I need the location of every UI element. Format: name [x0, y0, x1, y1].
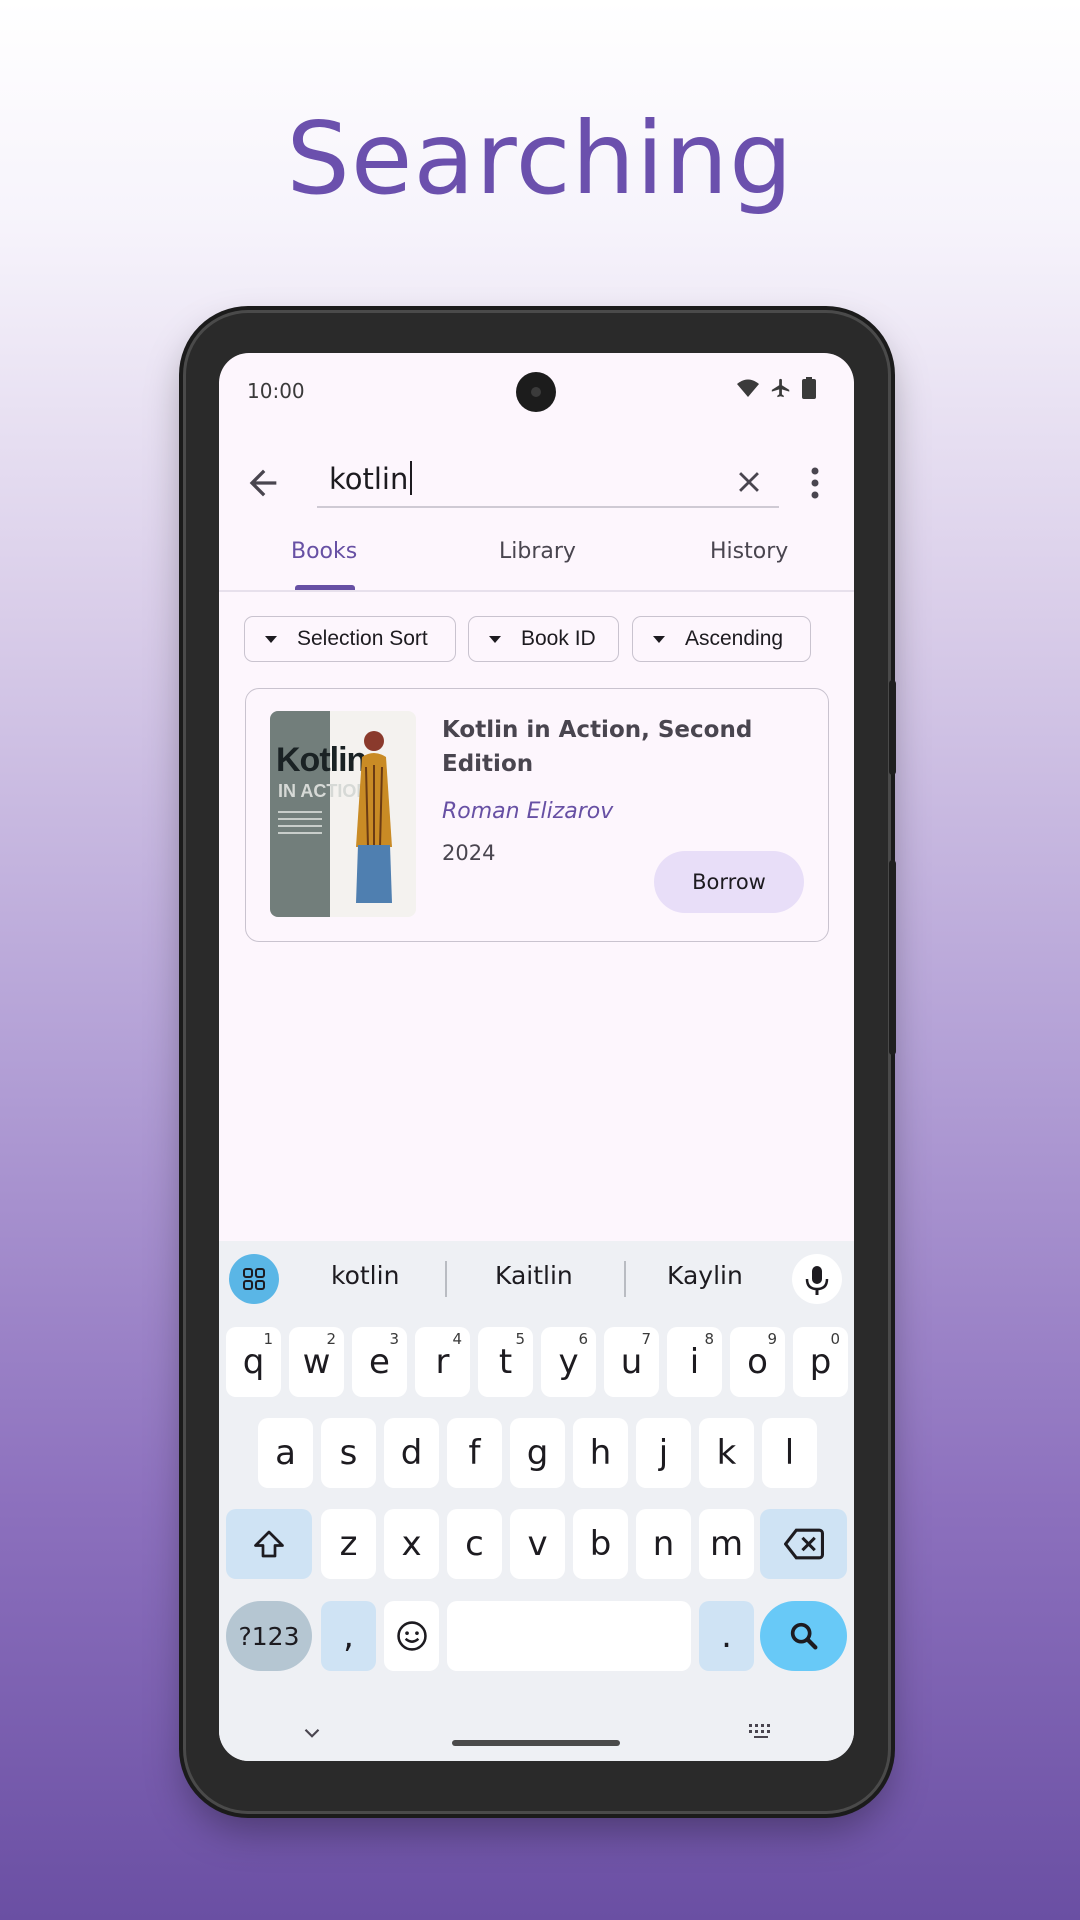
- text-cursor: [410, 461, 413, 495]
- key-o[interactable]: o9: [730, 1327, 785, 1397]
- wifi-icon: [737, 379, 759, 397]
- key-c[interactable]: c: [447, 1509, 502, 1579]
- dropdown-arrow-icon: [265, 635, 277, 643]
- shift-key[interactable]: [226, 1509, 312, 1579]
- airplane-icon: [771, 378, 790, 398]
- hide-keyboard-icon[interactable]: [299, 1723, 325, 1743]
- tab-books[interactable]: Books: [291, 539, 357, 564]
- tab-bar: Books Library History: [219, 529, 854, 591]
- key-m[interactable]: m: [699, 1509, 754, 1579]
- suggestion-1[interactable]: kotlin: [331, 1261, 399, 1290]
- cover-title: Kotlin: [276, 741, 367, 779]
- more-vert-icon[interactable]: [809, 463, 821, 503]
- period-key[interactable]: .: [699, 1601, 754, 1671]
- chip-label: Selection Sort: [297, 627, 428, 650]
- key-j[interactable]: j: [636, 1418, 691, 1488]
- key-n[interactable]: n: [636, 1509, 691, 1579]
- key-x[interactable]: x: [384, 1509, 439, 1579]
- arrow-back-icon[interactable]: [243, 463, 283, 503]
- search-key[interactable]: [760, 1601, 847, 1671]
- search-icon: [790, 1622, 817, 1650]
- tabs-divider: [219, 590, 854, 592]
- page-headline: Searching: [286, 100, 794, 217]
- cover-illustration: [356, 731, 392, 903]
- key-s[interactable]: s: [321, 1418, 376, 1488]
- sort-order-chip[interactable]: Ascending: [632, 616, 811, 662]
- key-z[interactable]: z: [321, 1509, 376, 1579]
- suggestion-3[interactable]: Kaylin: [667, 1261, 743, 1290]
- key-d[interactable]: d: [384, 1418, 439, 1488]
- shift-icon: [254, 1530, 284, 1558]
- space-key[interactable]: [447, 1601, 691, 1671]
- key-u[interactable]: u7: [604, 1327, 659, 1397]
- home-indicator[interactable]: [452, 1740, 620, 1746]
- book-card[interactable]: Kotlin IN ACTION Kotlin in Action, Secon…: [245, 688, 829, 942]
- key-e[interactable]: e3: [352, 1327, 407, 1397]
- phone-screen: 10:00 kotlin Books Library History Selec…: [219, 353, 854, 1761]
- key-f[interactable]: f: [447, 1418, 502, 1488]
- volume-button: [889, 860, 896, 1055]
- search-underline: [317, 506, 779, 508]
- power-button: [889, 680, 896, 775]
- book-year: 2024: [442, 841, 496, 865]
- book-title: Kotlin in Action, Second Edition: [442, 717, 753, 777]
- status-time: 10:00: [247, 379, 305, 403]
- backspace-icon: [783, 1528, 824, 1560]
- key-l[interactable]: l: [762, 1418, 817, 1488]
- key-q[interactable]: q1: [226, 1327, 281, 1397]
- chip-label: Ascending: [685, 627, 784, 650]
- key-g[interactable]: g: [510, 1418, 565, 1488]
- key-h[interactable]: h: [573, 1418, 628, 1488]
- keyboard-switch-icon[interactable]: [746, 1721, 776, 1743]
- dropdown-arrow-icon: [489, 635, 501, 643]
- camera-cutout: [516, 372, 556, 412]
- key-k[interactable]: k: [699, 1418, 754, 1488]
- close-icon[interactable]: [732, 465, 766, 499]
- backspace-key[interactable]: [760, 1509, 847, 1579]
- key-p[interactable]: p0: [793, 1327, 848, 1397]
- key-a[interactable]: a: [258, 1418, 313, 1488]
- key-b[interactable]: b: [573, 1509, 628, 1579]
- key-i[interactable]: i8: [667, 1327, 722, 1397]
- mic-icon[interactable]: [792, 1254, 842, 1304]
- key-w[interactable]: w2: [289, 1327, 344, 1397]
- search-input[interactable]: kotlin: [329, 461, 413, 496]
- key-t[interactable]: t5: [478, 1327, 533, 1397]
- chip-label: Book ID: [521, 627, 596, 650]
- symbols-key[interactable]: ?123: [226, 1601, 312, 1671]
- navigation-bar: [219, 1709, 854, 1761]
- key-y[interactable]: y6: [541, 1327, 596, 1397]
- borrow-button[interactable]: Borrow: [654, 851, 804, 913]
- book-cover: Kotlin IN ACTION: [270, 711, 416, 917]
- search-bar: kotlin: [219, 449, 854, 519]
- suggestion-strip: kotlin Kaitlin Kaylin: [219, 1241, 854, 1315]
- dropdown-arrow-icon: [653, 635, 665, 643]
- emoji-key[interactable]: [384, 1601, 439, 1671]
- status-bar: 10:00: [219, 353, 854, 433]
- sort-field-chip[interactable]: Book ID: [468, 616, 619, 662]
- emoji-icon: [396, 1621, 427, 1651]
- comma-key[interactable]: ,: [321, 1601, 376, 1671]
- keyboard-apps-icon[interactable]: [229, 1254, 279, 1304]
- key-v[interactable]: v: [510, 1509, 565, 1579]
- sort-algorithm-chip[interactable]: Selection Sort: [244, 616, 456, 662]
- suggestion-2[interactable]: Kaitlin: [495, 1261, 573, 1290]
- tab-history[interactable]: History: [710, 539, 788, 564]
- keyboard: kotlin Kaitlin Kaylin q1 w2 e3 r4 t5 y6 …: [219, 1241, 854, 1761]
- book-author: Roman Elizarov: [442, 799, 614, 824]
- key-r[interactable]: r4: [415, 1327, 470, 1397]
- tab-library[interactable]: Library: [499, 539, 576, 564]
- battery-icon: [802, 377, 816, 399]
